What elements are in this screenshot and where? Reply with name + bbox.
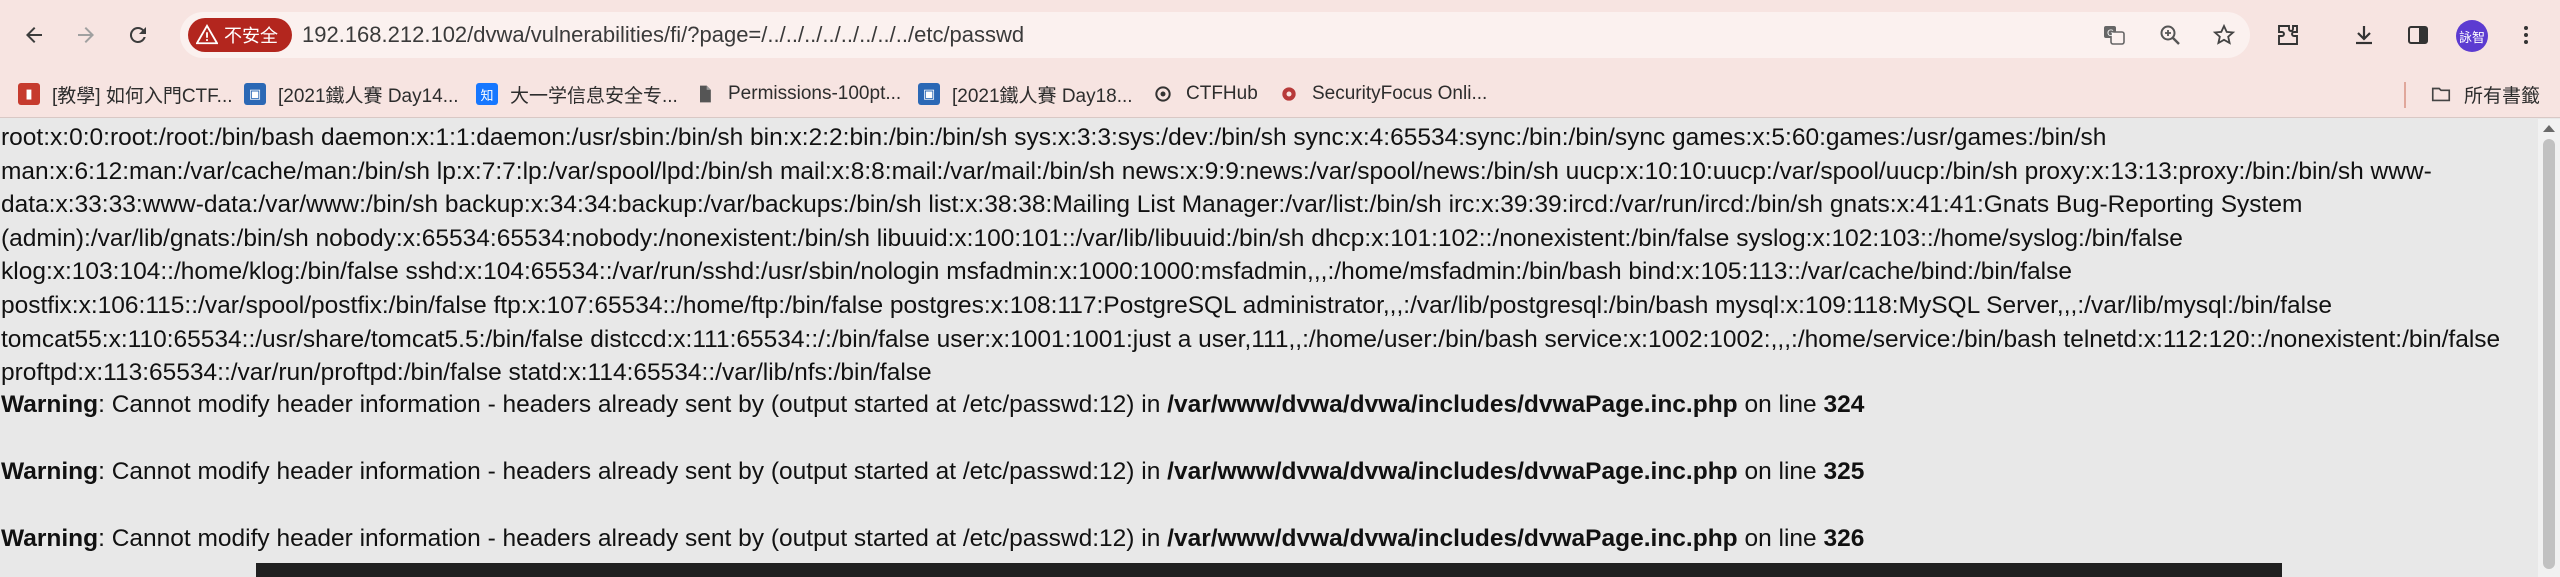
back-button[interactable] [14, 15, 54, 55]
bookmarks-bar: ▮ [教學] 如何入門CTF... ▣ [2021鐵人賽 Day14... 知 … [0, 70, 2560, 118]
download-icon[interactable] [2346, 17, 2382, 53]
bookmark-item[interactable]: ▣ [2021鐵人賽 Day18... [918, 80, 1133, 108]
zoom-icon[interactable] [2156, 21, 2184, 49]
warning-line-number: 326 [1823, 525, 1865, 552]
bookmark-label: [2021鐵人賽 Day18... [952, 85, 1133, 107]
address-bar[interactable]: 不安全 192.168.212.102/dvwa/vulnerabilities… [180, 12, 2250, 58]
php-warning: Warning: Cannot modify header informatio… [1, 391, 1864, 419]
arrow-left-icon [26, 27, 42, 43]
translate-icon[interactable]: G [2100, 21, 2128, 49]
arrow-right-icon [78, 27, 94, 43]
bookmark-item[interactable]: ▣ [2021鐵人賽 Day14... [244, 80, 459, 108]
warning-message: : Cannot modify header information - hea… [98, 391, 1168, 418]
forward-button[interactable] [66, 15, 106, 55]
document-icon [694, 83, 716, 105]
bookmark-separator [2404, 82, 2406, 108]
not-secure-chip[interactable]: 不安全 [188, 18, 292, 52]
bookmark-star-icon[interactable] [2210, 21, 2238, 49]
vertical-scrollbar[interactable] [2538, 119, 2560, 577]
bookmark-item[interactable]: 知 大一学信息安全专... [476, 80, 678, 108]
php-warning: Warning: Cannot modify header informatio… [1, 525, 1864, 553]
side-panel-icon[interactable] [2400, 17, 2436, 53]
warning-triangle-icon [196, 24, 218, 45]
warning-file: /var/www/dvwa/dvwa/includes/dvwaPage.inc… [1167, 525, 1738, 552]
ithome-icon: ▣ [918, 83, 940, 105]
warning-file: /var/www/dvwa/dvwa/includes/dvwaPage.inc… [1167, 391, 1738, 418]
bottom-overlay-bar [256, 563, 2282, 577]
scroll-up-arrow-icon[interactable] [2543, 125, 2555, 132]
bookmark-item[interactable]: CTFHub [1152, 80, 1258, 108]
bookmark-item[interactable]: SecurityFocus Onli... [1278, 80, 1487, 108]
book-red-icon: ▮ [18, 83, 40, 105]
bookmark-label: Permissions-100pt... [728, 83, 902, 104]
browser-toolbar: 不安全 192.168.212.102/dvwa/vulnerabilities… [0, 0, 2560, 70]
warning-file: /var/www/dvwa/dvwa/includes/dvwaPage.inc… [1167, 458, 1738, 485]
bookmark-label: SecurityFocus Onli... [1312, 83, 1488, 104]
warning-message: : Cannot modify header information - hea… [98, 525, 1168, 552]
php-warning: Warning: Cannot modify header informatio… [1, 458, 1864, 486]
extensions-icon[interactable] [2270, 17, 2306, 53]
bookmark-item[interactable]: ▮ [教學] 如何入門CTF... [18, 80, 233, 108]
svg-text:G: G [2107, 29, 2114, 39]
reload-button[interactable] [118, 15, 158, 55]
security-label: 不安全 [224, 26, 278, 46]
warning-line-number: 325 [1823, 458, 1865, 485]
warning-line-number: 324 [1823, 391, 1865, 418]
ctfhub-icon [1152, 83, 1174, 105]
warning-label: Warning [1, 458, 99, 485]
ithome-icon: ▣ [244, 83, 266, 105]
bookmark-label: CTFHub [1186, 83, 1258, 104]
passwd-output: root:x:0:0:root:/root:/bin/bash daemon:x… [1, 124, 2501, 387]
zhihu-icon: 知 [476, 83, 498, 105]
warning-on-line: on line [1737, 525, 1824, 552]
all-bookmarks-button[interactable]: 所有書籤 [2430, 80, 2540, 108]
scrollbar-thumb[interactable] [2543, 139, 2555, 569]
securityfocus-icon [1278, 83, 1300, 105]
warning-on-line: on line [1737, 458, 1824, 485]
url-text[interactable]: 192.168.212.102/dvwa/vulnerabilities/fi/… [302, 22, 1024, 48]
profile-avatar[interactable]: 詠智 [2456, 20, 2488, 52]
bookmark-label: [2021鐵人賽 Day14... [278, 85, 459, 107]
more-menu-icon[interactable] [2508, 17, 2544, 53]
warning-label: Warning [1, 525, 99, 552]
page-content: root:x:0:0:root:/root:/bin/bash daemon:x… [0, 119, 2538, 577]
bookmark-item[interactable]: Permissions-100pt... [694, 80, 901, 108]
bookmark-label: [教學] 如何入門CTF... [52, 85, 233, 107]
warning-on-line: on line [1737, 391, 1824, 418]
reload-icon [129, 26, 146, 43]
folder-icon [2430, 83, 2452, 105]
bookmark-label: 大一学信息安全专... [510, 85, 678, 107]
warning-label: Warning [1, 391, 99, 418]
warning-message: : Cannot modify header information - hea… [98, 458, 1168, 485]
all-bookmarks-label: 所有書籤 [2464, 85, 2541, 107]
